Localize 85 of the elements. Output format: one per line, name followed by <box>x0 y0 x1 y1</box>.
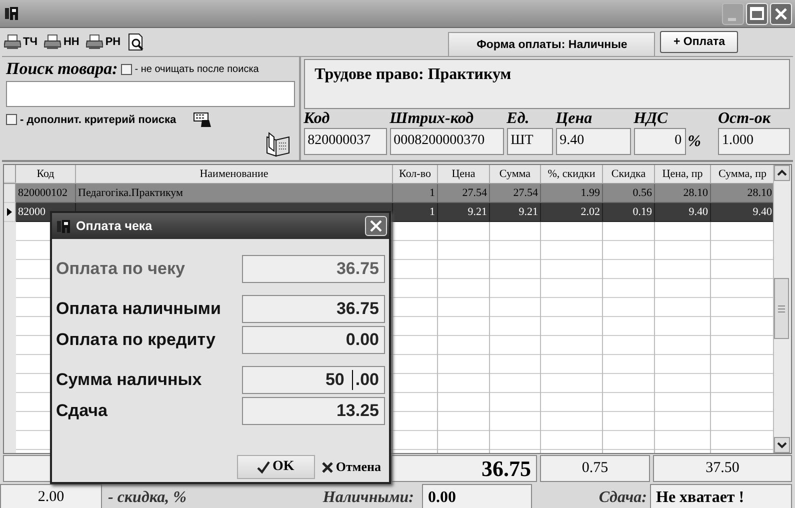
field-label: Сдача <box>56 401 108 421</box>
field-value: 0 <box>634 128 686 155</box>
field-value: 820000037 <box>304 128 387 155</box>
scrollbar[interactable] <box>773 165 791 453</box>
table-cell: 1 <box>393 203 438 222</box>
product-title: Трудове право: Практикум <box>304 59 790 109</box>
field-label: Цена <box>556 110 594 128</box>
close-icon[interactable] <box>369 219 383 233</box>
cash-field[interactable]: 0.00 <box>422 484 532 508</box>
table-cell: Педагогіка.Практикум <box>76 184 393 203</box>
change-label: Сдача: <box>598 488 647 508</box>
field-label: Оплата наличными <box>56 299 222 319</box>
preview-icon[interactable] <box>128 33 145 51</box>
table-cell: 0.56 <box>603 184 655 203</box>
print-button[interactable]: РН <box>86 34 121 50</box>
column-header[interactable]: %, скидки <box>541 165 603 183</box>
print-button[interactable]: НН <box>44 34 80 50</box>
column-header[interactable]: Сумма <box>490 165 541 183</box>
cash-label: Наличными: <box>322 488 414 508</box>
search-field[interactable] <box>6 81 295 107</box>
field-label: Ост-ок <box>718 110 772 128</box>
percent-sign: % <box>688 132 701 150</box>
printer-icon[interactable] <box>44 34 62 50</box>
field-label: НДС <box>634 110 669 128</box>
table-cell: 0.19 <box>603 203 655 222</box>
dialog-title: Оплата чека <box>76 219 152 233</box>
table-cell: 28.10 <box>711 184 773 203</box>
column-header[interactable]: Кол-во <box>393 165 438 183</box>
scrollbar-thumb[interactable] <box>774 278 789 340</box>
table-cell: 1 <box>393 184 438 203</box>
search-label: Поиск товара: <box>6 59 118 79</box>
checkbox[interactable] <box>6 114 17 125</box>
amount-field[interactable]: 13.25 <box>242 397 385 425</box>
print-button[interactable]: ТЧ <box>4 34 38 50</box>
field-value: 9.40 <box>556 128 631 155</box>
checkbox[interactable] <box>120 64 132 74</box>
amount-field[interactable]: 0.00 <box>242 326 385 354</box>
field-label: Код <box>304 110 331 128</box>
check-icon <box>257 460 270 474</box>
field-value: ШТ <box>506 128 553 155</box>
table-cell: 9.21 <box>438 203 490 222</box>
total-amount: 37.50 <box>653 455 792 482</box>
cancel-button[interactable]: Отмена <box>320 455 381 479</box>
field-label: Оплата по кредиту <box>56 330 216 350</box>
row-pointer-icon <box>6 207 13 217</box>
field-label: Ед. <box>506 110 530 128</box>
table-cell: 2.02 <box>541 203 603 222</box>
table-cell: 27.54 <box>490 184 541 203</box>
printer-icon[interactable] <box>86 34 104 50</box>
amount-field: 36.75 <box>242 255 385 283</box>
table-cell: 28.10 <box>655 184 711 203</box>
row-header[interactable] <box>4 203 16 222</box>
add-payment-button[interactable]: + Оплата <box>660 31 738 53</box>
table-cell: 1.99 <box>541 184 603 203</box>
printer-icon[interactable] <box>4 34 21 50</box>
checkbox-label: - не очищать после поиска <box>134 64 259 74</box>
table-cell: 9.40 <box>655 203 711 222</box>
table-cell: 9.40 <box>711 203 773 222</box>
column-header[interactable]: Наименование <box>76 165 393 183</box>
discount-field[interactable]: 2.00 <box>0 484 102 508</box>
field-label: Оплата по чеку <box>56 259 186 279</box>
checkbox-label: - дополнит. критерий поиска <box>20 114 176 126</box>
table-cell: 9.21 <box>490 203 541 222</box>
field-label: Сумма наличных <box>56 370 203 390</box>
column-header[interactable]: Цена, пр <box>655 165 711 183</box>
column-header[interactable]: Скидка <box>603 165 655 183</box>
book-icon[interactable] <box>264 131 291 157</box>
field-label: Штрих-код <box>390 110 475 128</box>
building-icon <box>56 218 72 234</box>
building-icon <box>4 5 20 22</box>
change-field: Не хватает ! <box>650 484 792 508</box>
cross-icon <box>320 460 334 474</box>
table-cell: 820000102 <box>16 184 76 203</box>
column-header[interactable]: Код <box>16 165 76 183</box>
total-discount: 0.75 <box>540 455 650 482</box>
field-value: 1.000 <box>718 128 790 155</box>
discount-label: - скидка, % <box>108 488 188 508</box>
column-header[interactable]: Цена <box>438 165 490 183</box>
ok-button[interactable]: OK <box>236 455 315 479</box>
payment-form-tab[interactable]: Форма оплаты: Наличные <box>448 32 656 56</box>
amount-field[interactable]: 36.75 <box>242 295 385 323</box>
field-value: 0008200000370 <box>390 128 504 155</box>
total-sum: 36.75 <box>391 455 537 482</box>
table-cell: 27.54 <box>438 184 490 203</box>
amount-field[interactable]: 50 .00 <box>242 366 385 394</box>
